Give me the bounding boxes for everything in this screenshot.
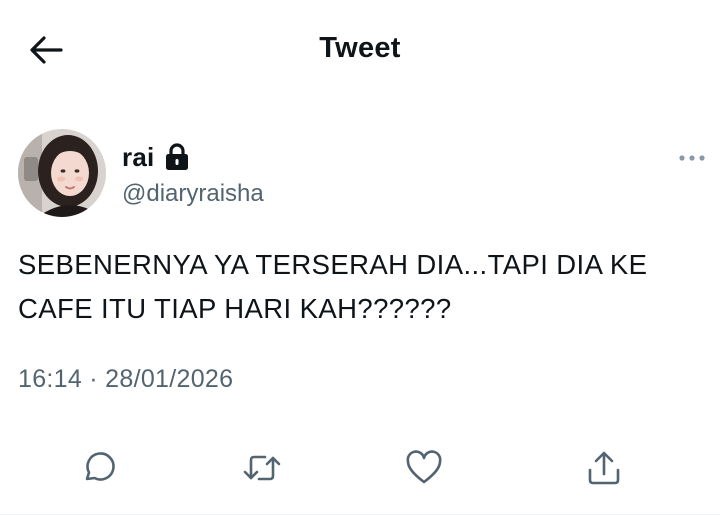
more-options-button[interactable] xyxy=(676,148,708,168)
handle[interactable]: @diaryraisha xyxy=(122,180,264,208)
reply-icon xyxy=(85,452,115,481)
page-title: Tweet xyxy=(319,32,401,64)
avatar-photo xyxy=(18,129,106,217)
more-horizontal-icon xyxy=(679,155,705,161)
share-icon xyxy=(588,451,620,485)
like-button[interactable] xyxy=(402,446,446,490)
action-bar xyxy=(0,440,720,496)
display-name[interactable]: rai xyxy=(122,142,154,173)
top-bar: Tweet xyxy=(0,0,720,100)
author-name-row: rai xyxy=(122,140,190,174)
reply-button[interactable] xyxy=(76,446,120,490)
tweet-text: SEBENERNYA YA TERSERAH DIA...TAPI DIA KE… xyxy=(18,249,648,324)
share-button[interactable] xyxy=(582,446,626,490)
heart-icon xyxy=(406,450,442,484)
avatar[interactable] xyxy=(18,129,106,217)
tweet-timestamp[interactable]: 16:14 · 28/01/2026 xyxy=(18,365,233,394)
retweet-button[interactable] xyxy=(240,446,284,490)
lock-icon xyxy=(164,142,190,172)
retweet-icon xyxy=(243,455,281,481)
